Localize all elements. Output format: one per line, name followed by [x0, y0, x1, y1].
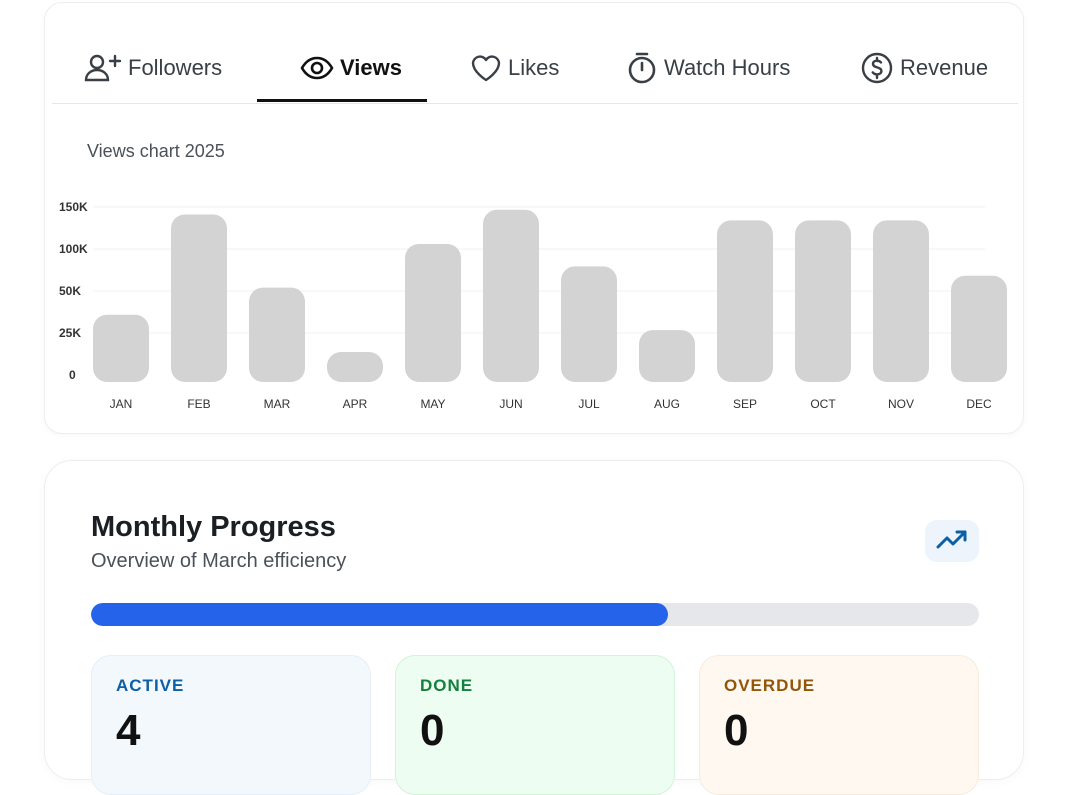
heart-icon: [470, 53, 502, 83]
stopwatch-icon: [626, 51, 658, 85]
stat-value: 0: [420, 706, 445, 755]
trending-up-icon: [936, 528, 968, 555]
user-plus-icon: [84, 53, 122, 83]
bar-jul[interactable]: [561, 266, 617, 382]
stat-value: 0: [724, 706, 749, 755]
stat-card-done: DONE 0: [395, 655, 675, 795]
bar-sep[interactable]: [717, 220, 773, 382]
progress-bar: [91, 603, 979, 626]
progress-title: Monthly Progress: [91, 511, 336, 543]
tab-likes[interactable]: Likes: [470, 33, 559, 103]
x-tick-label: DEC: [966, 397, 992, 411]
tab-followers[interactable]: Followers: [84, 33, 222, 103]
tab-watch-hours[interactable]: Watch Hours: [626, 33, 790, 103]
chart-title: Views chart 2025: [87, 141, 225, 161]
monthly-progress-card: Monthly Progress Overview of March effic…: [44, 460, 1024, 795]
bar-aug[interactable]: [639, 330, 695, 382]
bar-jun[interactable]: [483, 209, 539, 382]
x-tick-label: OCT: [810, 397, 836, 411]
bar-mar[interactable]: [249, 287, 305, 382]
active-tab-indicator: [257, 99, 427, 102]
tab-label: Followers: [128, 55, 223, 80]
tab-label: Likes: [508, 55, 560, 80]
tab-label: Revenue: [900, 55, 989, 80]
stat-card-active: ACTIVE 4: [91, 655, 371, 795]
y-tick-label: 150K: [59, 200, 88, 214]
x-tick-label: AUG: [654, 397, 680, 411]
bar-may[interactable]: [405, 243, 461, 382]
metric-tabs: Followers Views Likes Watch Hours Revenu…: [52, 33, 1018, 104]
y-tick-label: 25K: [59, 326, 81, 340]
y-tick-label: 50K: [59, 284, 81, 298]
x-tick-label: JAN: [110, 397, 133, 411]
x-tick-label: MAR: [264, 397, 291, 411]
trend-button[interactable]: [925, 520, 979, 562]
stat-label: DONE: [420, 676, 474, 695]
x-tick-label: FEB: [187, 397, 210, 411]
eye-icon: [300, 55, 334, 81]
x-tick-label: APR: [343, 397, 368, 411]
tab-revenue[interactable]: Revenue: [860, 33, 988, 103]
x-tick-label: MAY: [420, 397, 445, 411]
y-tick-label: 0: [69, 368, 76, 382]
x-tick-label: SEP: [733, 397, 757, 411]
bar-jan[interactable]: [93, 314, 149, 382]
views-bar-chart: 150K 100K 50K 25K 0 JAN FEB MAR APR MAY JUN JUL AUG S…: [59, 200, 1007, 411]
bar-apr[interactable]: [327, 352, 383, 382]
stat-label: ACTIVE: [116, 676, 185, 695]
y-tick-label: 100K: [59, 242, 88, 256]
analytics-card: Followers Views Likes Watch Hours Revenu…: [44, 2, 1024, 434]
x-tick-label: JUN: [499, 397, 522, 411]
progress-subtitle: Overview of March efficiency: [91, 550, 347, 572]
progress-bar-fill: [91, 603, 669, 626]
x-tick-label: NOV: [888, 397, 914, 411]
bar-feb[interactable]: [171, 214, 227, 382]
bar-nov[interactable]: [873, 220, 929, 382]
bar-dec[interactable]: [951, 275, 1007, 382]
stat-label: OVERDUE: [724, 676, 816, 695]
stat-card-overdue: OVERDUE 0: [699, 655, 979, 795]
stat-value: 4: [116, 706, 141, 755]
bar-oct[interactable]: [795, 220, 851, 382]
tab-label: Watch Hours: [664, 55, 791, 80]
x-tick-label: JUL: [578, 397, 600, 411]
tab-label: Views: [340, 55, 402, 80]
tab-views[interactable]: Views: [300, 33, 402, 103]
dollar-circle-icon: [860, 51, 894, 85]
